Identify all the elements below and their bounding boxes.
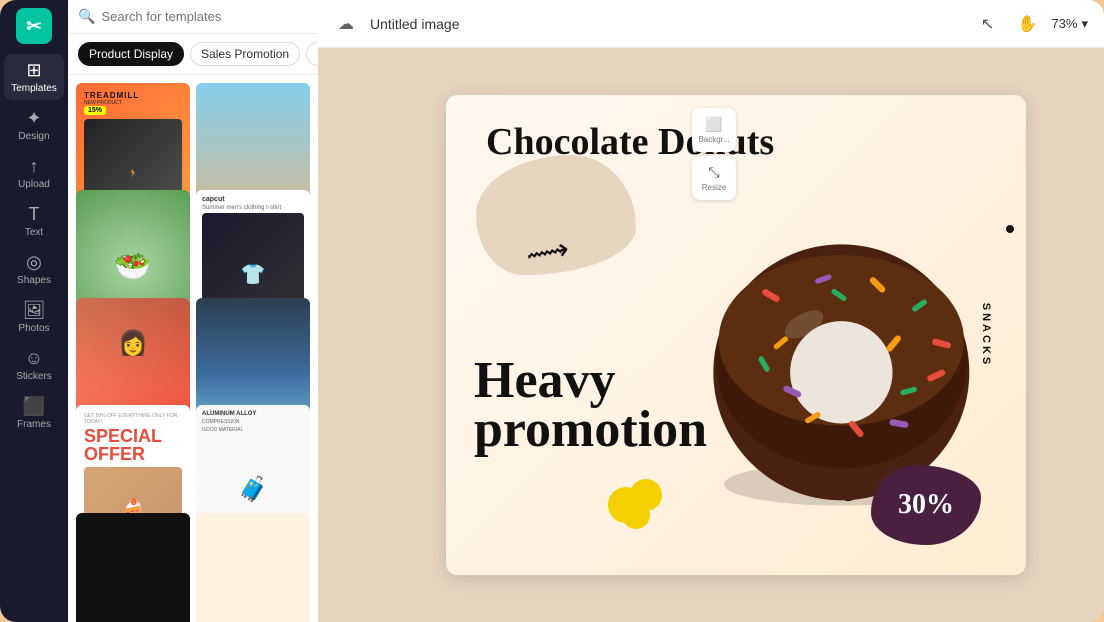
- special-title: SPECIAL OFFER: [84, 427, 182, 463]
- background-label: Backgr...: [698, 135, 729, 144]
- filter-more[interactable]: B...: [306, 42, 318, 66]
- sidebar-item-frames[interactable]: ⬛ Frames: [4, 390, 64, 436]
- zoom-value: 73%: [1051, 16, 1077, 31]
- zoom-control[interactable]: 73% ▾: [1051, 16, 1088, 32]
- sidebar-label-photos: Photos: [18, 323, 49, 334]
- design-icon: ✦: [26, 108, 41, 129]
- icon-sidebar: ✂ ⊞ Templates ✦ Design ↑ Upload T Text ◎…: [0, 0, 68, 622]
- tcard-title: TREADMILL: [84, 91, 182, 100]
- sidebar-item-templates[interactable]: ⊞ Templates: [4, 54, 64, 100]
- filter-product-display[interactable]: Product Display: [78, 42, 184, 66]
- sidebar-item-design[interactable]: ✦ Design: [4, 102, 64, 148]
- text-icon: T: [29, 204, 40, 225]
- hand-tool-button[interactable]: ✋: [1011, 8, 1043, 40]
- flower-decoration: [601, 470, 671, 540]
- template-jewelry[interactable]: CapCut JEWELRY: [76, 513, 190, 622]
- percent-text: 30%: [898, 489, 954, 521]
- sidebar-item-shapes[interactable]: ◎ Shapes: [4, 246, 64, 292]
- template-donut[interactable]: Chocolate Donuts 🍩: [196, 513, 310, 622]
- sidebar-label-shapes: Shapes: [17, 275, 51, 286]
- canvas-wrapper: ⬜ Backgr... ⤡ Resize Chocolate Donuts ⟿: [318, 48, 1104, 622]
- promo-text-block: Heavy promotion: [474, 255, 707, 555]
- sidebar-item-text[interactable]: T Text: [4, 198, 64, 244]
- sidebar-label-text: Text: [25, 227, 43, 238]
- canvas-main-title: Chocolate Donuts: [486, 123, 1006, 163]
- templates-panel: 🔍 Product Display Sales Promotion B... T…: [68, 0, 318, 622]
- background-icon: ⬜: [705, 116, 722, 133]
- tcard-badge: 15%: [84, 106, 106, 115]
- search-bar: 🔍: [68, 0, 318, 34]
- shapes-icon: ◎: [26, 252, 42, 273]
- photos-icon: 🖼: [23, 300, 46, 321]
- app-logo: ✂: [16, 8, 52, 44]
- background-tool-button[interactable]: ⬜ Backgr...: [692, 108, 736, 152]
- stickers-icon: ☺: [25, 348, 43, 369]
- search-icon: 🔍: [78, 8, 95, 25]
- filter-sales-promotion[interactable]: Sales Promotion: [190, 42, 300, 66]
- snacks-dot: [1006, 225, 1014, 233]
- floating-tools: ⬜ Backgr... ⤡ Resize: [692, 108, 736, 200]
- resize-tool-button[interactable]: ⤡ Resize: [692, 156, 736, 200]
- canvas-area: ☁ Untitled image ↖ ✋ 73% ▾ ⬜ Backgr...: [318, 0, 1104, 622]
- sidebar-label-frames: Frames: [17, 419, 51, 430]
- resize-label: Resize: [702, 183, 726, 192]
- frames-icon: ⬛: [23, 396, 45, 417]
- select-tool-button[interactable]: ↖: [971, 8, 1003, 40]
- logo-icon: ✂: [26, 16, 41, 37]
- sidebar-label-templates: Templates: [11, 83, 57, 94]
- document-title: Untitled image: [370, 16, 959, 32]
- promo-promotion: promotion: [474, 405, 707, 454]
- search-input[interactable]: [101, 9, 308, 24]
- top-bar: ☁ Untitled image ↖ ✋ 73% ▾: [318, 0, 1104, 48]
- toolbar: ↖ ✋ 73% ▾: [971, 8, 1088, 40]
- document-icon: ☁: [334, 12, 358, 36]
- templates-icon: ⊞: [26, 60, 41, 81]
- sidebar-label-design: Design: [18, 131, 49, 142]
- sidebar-label-upload: Upload: [18, 179, 50, 190]
- sidebar-item-photos[interactable]: 🖼 Photos: [4, 294, 64, 340]
- sidebar-label-stickers: Stickers: [16, 371, 52, 382]
- design-canvas: Chocolate Donuts ⟿ Heavy promotion SNACK…: [446, 95, 1026, 575]
- templates-grid: TREADMILL NEW PRODUCT 15% 🏃 Book your dr…: [68, 75, 318, 622]
- zoom-chevron-icon: ▾: [1081, 16, 1088, 32]
- tcard-subtitle: Summer men's clothing t-shirt: [202, 205, 304, 211]
- filter-tags: Product Display Sales Promotion B...: [68, 34, 318, 75]
- tcard-brand: capcut: [202, 196, 304, 203]
- arrow-decoration: ⟿: [523, 232, 571, 274]
- promo-heavy: Heavy: [474, 356, 707, 405]
- sidebar-item-upload[interactable]: ↑ Upload: [4, 150, 64, 196]
- special-sub: GET 50% OFF EVERYTHING ONLY FOR TODAY!: [84, 413, 182, 425]
- upload-icon: ↑: [30, 156, 39, 177]
- sidebar-item-stickers[interactable]: ☺ Stickers: [4, 342, 64, 388]
- resize-icon: ⤡: [708, 164, 719, 181]
